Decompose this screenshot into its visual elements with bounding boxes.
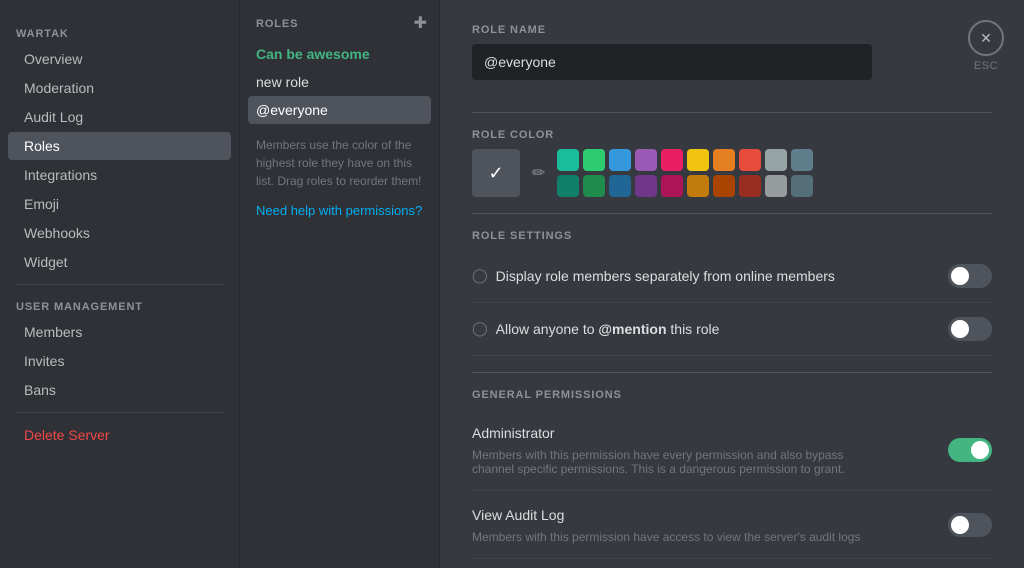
mention-text: Allow anyone to @mention this role — [496, 319, 720, 340]
view-audit-log-label-wrap: View Audit Log Members with this permiss… — [472, 505, 860, 544]
role-color-section: ROLE COLOR ✓ ✏ — [472, 129, 992, 197]
display-icon: ◯ — [472, 267, 488, 284]
mention-row: ◯ Allow anyone to @mention this role — [472, 303, 992, 356]
esc-button[interactable]: ✕ ESC — [968, 20, 1004, 72]
roles-header: ROLES ✚ — [240, 16, 439, 40]
role-color-label: ROLE COLOR — [472, 129, 992, 141]
administrator-toggle[interactable] — [948, 438, 992, 462]
sidebar-item-invites[interactable]: Invites — [8, 347, 231, 375]
sidebar-item-integrations[interactable]: Integrations — [8, 161, 231, 189]
color-swatch[interactable] — [635, 149, 657, 171]
view-audit-log-row: View Audit Log Members with this permiss… — [472, 491, 992, 559]
add-role-button[interactable]: ✚ — [414, 16, 427, 32]
color-check-icon: ✓ — [488, 163, 503, 184]
administrator-label-wrap: Administrator Members with this permissi… — [472, 423, 888, 476]
role-name-section-label: ROLE NAME — [472, 24, 992, 36]
color-swatch[interactable] — [557, 149, 579, 171]
user-management-label: USER MANAGEMENT — [0, 293, 239, 317]
color-swatch[interactable] — [635, 175, 657, 197]
color-grid-row-2 — [557, 175, 813, 197]
sidebar-item-emoji[interactable]: Emoji — [8, 190, 231, 218]
display-separate-toggle[interactable] — [948, 264, 992, 288]
sidebar-item-bans[interactable]: Bans — [8, 376, 231, 404]
toggle-knob-2 — [951, 320, 969, 338]
general-permissions-label: GENERAL PERMISSIONS — [472, 389, 992, 401]
color-grid — [557, 149, 813, 197]
color-swatch[interactable] — [739, 149, 761, 171]
server-name-label: WARTAK — [0, 20, 239, 44]
color-swatch[interactable] — [791, 175, 813, 197]
color-preview[interactable]: ✓ — [472, 149, 520, 197]
esc-label: ESC — [974, 60, 998, 72]
color-swatch[interactable] — [557, 175, 579, 197]
roles-panel: ROLES ✚ Can be awesome new role @everyon… — [240, 0, 440, 568]
sidebar-item-roles[interactable]: Roles — [8, 132, 231, 160]
divider-3 — [472, 372, 992, 373]
color-swatch[interactable] — [739, 175, 761, 197]
color-swatch[interactable] — [791, 149, 813, 171]
role-settings-label: ROLE SETTINGS — [472, 230, 992, 242]
color-swatch[interactable] — [661, 175, 683, 197]
color-swatch[interactable] — [765, 175, 787, 197]
main-content: ✕ ESC ROLE NAME ROLE COLOR ✓ ✏ ROLE SETT… — [440, 0, 1024, 568]
divider-2 — [472, 213, 992, 214]
eyedropper-icon[interactable]: ✏ — [532, 163, 545, 183]
sidebar-item-webhooks[interactable]: Webhooks — [8, 219, 231, 247]
administrator-row: Administrator Members with this permissi… — [472, 409, 992, 491]
mention-toggle[interactable] — [948, 317, 992, 341]
color-swatch[interactable] — [609, 149, 631, 171]
sidebar-item-overview[interactable]: Overview — [8, 45, 231, 73]
toggle-knob-4 — [951, 516, 969, 534]
color-row: ✓ ✏ — [472, 149, 992, 197]
roles-help-link[interactable]: Need help with permissions? — [240, 199, 438, 222]
roles-section-label: ROLES — [256, 18, 298, 30]
color-swatch[interactable] — [713, 149, 735, 171]
divider-1 — [472, 112, 992, 113]
sidebar: WARTAK Overview Moderation Audit Log Rol… — [0, 0, 240, 568]
color-swatch[interactable] — [687, 149, 709, 171]
administrator-label: Administrator — [472, 423, 888, 444]
mention-label: ◯ Allow anyone to @mention this role — [472, 319, 719, 340]
display-separate-text: Display role members separately from onl… — [496, 266, 835, 287]
color-swatch[interactable] — [713, 175, 735, 197]
sidebar-item-members[interactable]: Members — [8, 318, 231, 346]
role-item-new-role[interactable]: new role — [240, 68, 439, 96]
sidebar-divider-2 — [16, 412, 223, 413]
color-swatch[interactable] — [687, 175, 709, 197]
role-item-can-be-awesome[interactable]: Can be awesome — [240, 40, 439, 68]
roles-hint: Members use the color of the highest rol… — [240, 124, 439, 202]
color-swatch[interactable] — [661, 149, 683, 171]
display-separate-row: ◯ Display role members separately from o… — [472, 250, 992, 303]
administrator-desc: Members with this permission have every … — [472, 448, 888, 476]
toggle-knob-3 — [971, 441, 989, 459]
color-swatch[interactable] — [765, 149, 787, 171]
sidebar-divider — [16, 284, 223, 285]
mention-icon: ◯ — [472, 320, 488, 337]
view-audit-log-toggle[interactable] — [948, 513, 992, 537]
color-grid-row-1 — [557, 149, 813, 171]
color-swatch[interactable] — [583, 175, 605, 197]
view-audit-log-desc: Members with this permission have access… — [472, 530, 860, 544]
sidebar-item-moderation[interactable]: Moderation — [8, 74, 231, 102]
color-swatch[interactable] — [583, 149, 605, 171]
role-name-input[interactable] — [472, 44, 872, 80]
color-swatch[interactable] — [609, 175, 631, 197]
sidebar-item-audit-log[interactable]: Audit Log — [8, 103, 231, 131]
toggle-knob — [951, 267, 969, 285]
role-item-everyone[interactable]: @everyone — [248, 96, 431, 124]
esc-icon: ✕ — [968, 20, 1004, 56]
sidebar-item-delete-server[interactable]: Delete Server — [8, 421, 231, 449]
sidebar-item-widget[interactable]: Widget — [8, 248, 231, 276]
display-separate-label: ◯ Display role members separately from o… — [472, 266, 835, 287]
view-audit-log-label: View Audit Log — [472, 505, 860, 526]
